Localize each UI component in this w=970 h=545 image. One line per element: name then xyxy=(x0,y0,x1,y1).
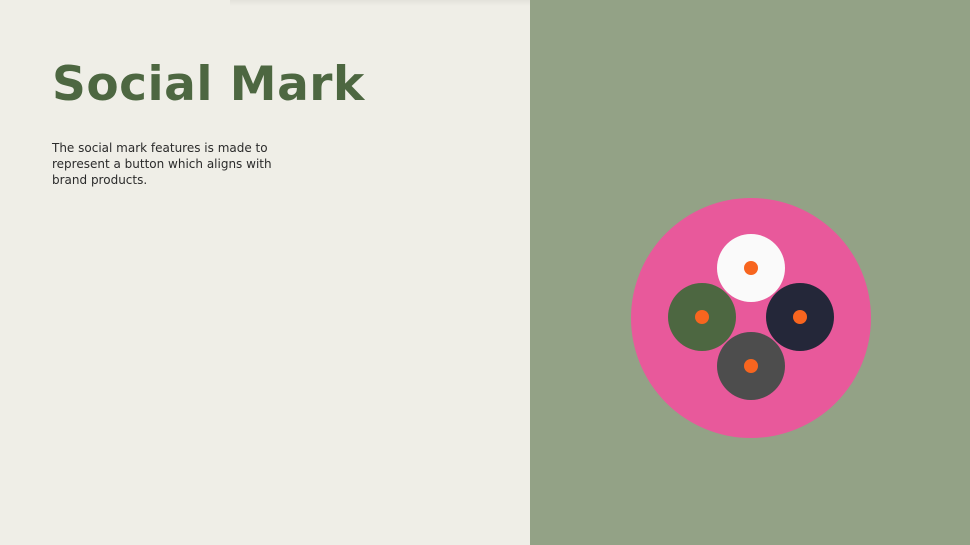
social-mark-left-dot xyxy=(695,310,709,324)
page-title: Social Mark xyxy=(52,57,365,112)
social-mark-right-dot xyxy=(793,310,807,324)
social-mark-logo xyxy=(631,198,871,438)
top-shadow xyxy=(230,0,530,6)
right-panel xyxy=(530,0,970,545)
left-panel: Social Mark The social mark features is … xyxy=(0,0,530,545)
social-mark-bottom-dot xyxy=(744,359,758,373)
description-text: The social mark features is made to repr… xyxy=(52,141,272,187)
social-mark-top-dot xyxy=(744,261,758,275)
